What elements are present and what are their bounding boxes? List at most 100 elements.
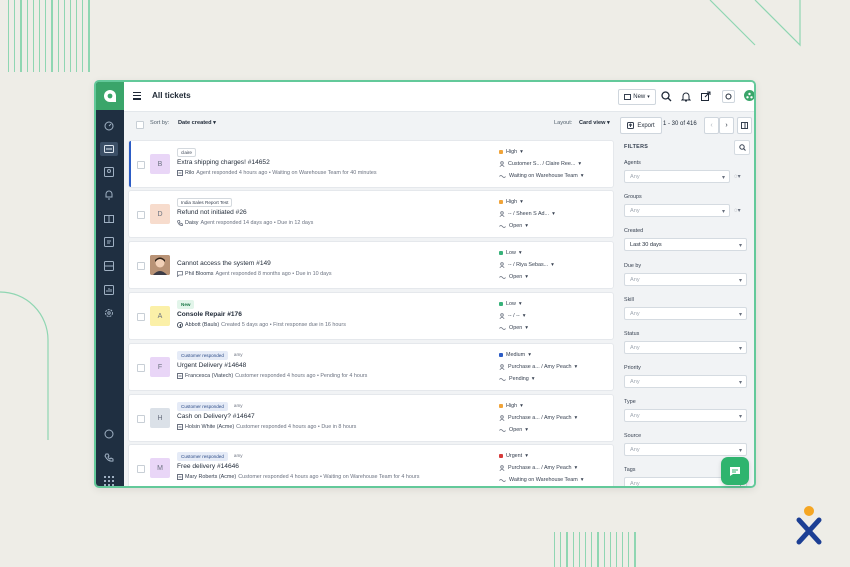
export-button[interactable]: Export [620, 117, 662, 134]
freshdesk-logo-icon[interactable] [96, 82, 124, 110]
filter-search-button[interactable] [734, 140, 750, 155]
inbox-icon[interactable] [103, 260, 115, 272]
filter-priority-select[interactable]: Any ▾ [624, 375, 747, 388]
status-dropdown[interactable]: Waiting on Warehouse Team ▾ [499, 474, 583, 486]
assignee-dropdown[interactable]: -- / Riya Sebas... ▾ [499, 259, 554, 271]
filter-type-select[interactable]: Any ▾ [624, 409, 747, 422]
contacts-icon[interactable] [103, 166, 115, 178]
ticket-card[interactable]: F Customer responded amy Urgent Delivery … [129, 344, 613, 390]
priority-dropdown[interactable]: Low ▾ [499, 298, 528, 310]
dashboard-icon[interactable] [103, 120, 115, 132]
priority-dropdown[interactable]: High ▾ [499, 196, 555, 208]
filter-status-select[interactable]: Any ▾ [624, 341, 747, 354]
next-page-button[interactable]: › [719, 117, 734, 134]
filter-groups-select[interactable]: Any ▾ [624, 204, 730, 217]
filter-skill-select[interactable]: Any ▾ [624, 307, 747, 320]
refresh-icon[interactable] [722, 90, 735, 103]
assignee-dropdown[interactable]: Purchase a... / Amy Peach ▾ [499, 412, 577, 424]
assignee-dropdown[interactable]: -- / -- ▾ [499, 310, 528, 322]
assignee-dropdown[interactable]: Purchase a... / Amy Peach ▾ [499, 462, 583, 474]
menu-icon[interactable] [133, 92, 141, 102]
bell-icon[interactable] [680, 90, 692, 102]
notifications-icon[interactable] [103, 189, 115, 201]
requester-avatar: D [150, 204, 170, 224]
requester-name[interactable]: Abbott (Bauls) [185, 322, 219, 328]
chevron-down-icon: ▾ [738, 312, 742, 318]
ticket-checkbox[interactable] [137, 415, 145, 423]
priority-dropdown[interactable]: High ▾ [499, 400, 577, 412]
status-dropdown[interactable]: Pending ▾ [499, 373, 577, 385]
filter-source-select[interactable]: Any ▾ [624, 443, 747, 456]
ticket-checkbox[interactable] [137, 313, 145, 321]
help-icon[interactable] [103, 428, 115, 440]
sort-dropdown[interactable]: Date created ▾ [178, 120, 216, 126]
knowledge-base-icon[interactable] [103, 213, 115, 225]
assignee-dropdown[interactable]: -- / Sheen S Ad... ▾ [499, 208, 555, 220]
status-icon [499, 275, 506, 280]
toggle-filters-button[interactable] [737, 117, 752, 134]
ticket-subject[interactable]: Urgent Delivery #14648 [177, 362, 246, 369]
assignee-dropdown[interactable]: Customer S... / Claire Ree... ▾ [499, 158, 583, 170]
settings-icon[interactable] [103, 307, 115, 319]
ticket-subject[interactable]: Cannot access the system #149 [177, 260, 271, 267]
requester-name[interactable]: Mary Roberts (Acme) [185, 474, 236, 480]
agent-options-icon[interactable]: ◌▾ [734, 173, 741, 180]
ticket-subject[interactable]: Refund not initiated #26 [177, 209, 247, 216]
ticket-checkbox[interactable] [137, 211, 145, 219]
ticket-meta: Holsin White (Acme) Customer responded 4… [177, 424, 356, 430]
ticket-subject[interactable]: Cash on Delivery? #14647 [177, 413, 255, 420]
prev-page-button[interactable]: ‹ [704, 117, 719, 134]
ticket-checkbox[interactable] [137, 364, 145, 372]
forums-icon[interactable] [103, 236, 115, 248]
status-icon [499, 428, 506, 433]
ticket-tag: New [177, 300, 195, 309]
ticket-card[interactable]: B claire Extra shipping charges! #14652 … [129, 141, 613, 187]
phone-icon[interactable] [103, 452, 115, 464]
requester-name[interactable]: Phil Blooms [185, 271, 213, 277]
priority-dropdown[interactable]: High ▾ [499, 146, 583, 158]
ticket-subject[interactable]: Free delivery #14646 [177, 463, 239, 470]
status-dropdown[interactable]: Open ▾ [499, 424, 577, 436]
chat-fab-button[interactable] [721, 457, 749, 485]
requester-name[interactable]: Francesca (Viatech) [185, 373, 233, 379]
ticket-card[interactable]: A New Console Repair #176 Abbott (Bauls)… [129, 293, 613, 339]
layout-dropdown[interactable]: Card view ▾ [579, 120, 610, 126]
share-icon[interactable] [700, 90, 712, 102]
ticket-checkbox[interactable] [137, 262, 145, 270]
ticket-card[interactable]: H Customer responded amy Cash on Delivery… [129, 395, 613, 441]
ticket-card[interactable]: M Customer responded amy Free delivery #1… [129, 445, 613, 486]
status-dropdown[interactable]: Open ▾ [499, 322, 528, 334]
group-options-icon[interactable]: ◌▾ [734, 207, 741, 214]
sort-bar: Sort by: Date created ▾ Layout: Card vie… [124, 111, 614, 137]
priority-dropdown[interactable]: Urgent ▾ [499, 450, 583, 462]
select-all-checkbox[interactable] [136, 121, 144, 129]
tickets-icon[interactable] [100, 142, 118, 156]
reports-icon[interactable] [103, 284, 115, 296]
chevron-down-icon: ▾ [528, 352, 531, 358]
new-button[interactable]: New ▾ [618, 89, 656, 105]
apps-grid-icon[interactable] [103, 475, 115, 486]
requester-name[interactable]: Holsin White (Acme) [185, 424, 234, 430]
status-dropdown[interactable]: Open ▾ [499, 220, 555, 232]
status-dropdown[interactable]: Waiting on Warehouse Team ▾ [499, 170, 583, 182]
status-dropdown[interactable]: Open ▾ [499, 271, 554, 283]
ticket-tags: Customer responded amy [177, 351, 246, 360]
ticket-subject[interactable]: Extra shipping charges! #14652 [177, 159, 270, 166]
ticket-card[interactable]: D India Sales Report Test Refund not ini… [129, 191, 613, 237]
org-avatar-icon[interactable] [744, 90, 754, 101]
filter-created-select[interactable]: Last 30 days ▾ [624, 238, 747, 251]
assignee-dropdown[interactable]: Purchase a... / Amy Peach ▾ [499, 361, 577, 373]
requester-name[interactable]: Daisy [185, 220, 198, 226]
search-icon[interactable] [660, 90, 672, 102]
filter-due-by-select[interactable]: Any ▾ [624, 273, 747, 286]
ticket-card[interactable]: Cannot access the system #149 Phil Bloom… [129, 242, 613, 288]
requester-name[interactable]: Rilo [185, 170, 194, 176]
ticket-checkbox[interactable] [137, 161, 145, 169]
priority-dropdown[interactable]: Medium ▾ [499, 349, 577, 361]
filter-agents-select[interactable]: Any ▾ [624, 170, 730, 183]
person-icon [499, 364, 505, 370]
ticket-checkbox[interactable] [137, 465, 145, 473]
ticket-subject[interactable]: Console Repair #176 [177, 311, 242, 318]
priority-indicator-icon [499, 200, 503, 204]
priority-dropdown[interactable]: Low ▾ [499, 247, 554, 259]
